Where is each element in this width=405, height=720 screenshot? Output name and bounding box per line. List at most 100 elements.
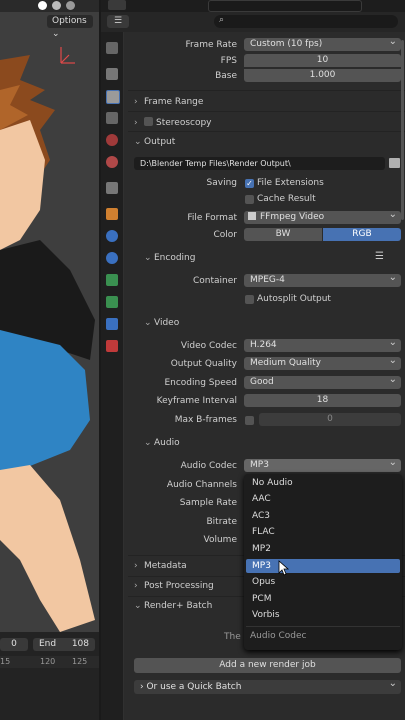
audio-header[interactable]: ⌄ Audio	[144, 438, 180, 448]
output-path-field[interactable]: D:\Blender Temp Files\Render Output\	[134, 157, 385, 170]
menu-divider	[246, 626, 400, 627]
material-sphere-icon[interactable]	[52, 1, 61, 10]
scene-tab-icon[interactable]	[106, 134, 118, 146]
max-bframes-label: Max B-frames	[174, 415, 237, 425]
editor-type-button[interactable]: ☰	[107, 15, 129, 28]
data-tab-icon[interactable]	[106, 318, 118, 330]
chevron-down-icon: ⌄	[144, 438, 152, 448]
output-tab-icon[interactable]	[106, 90, 120, 104]
file-format-dropdown[interactable]: FFmpeg Video	[244, 211, 401, 224]
end-value: 108	[71, 639, 89, 649]
metadata-header[interactable]: › Metadata	[134, 561, 187, 571]
axis-gizmo-icon[interactable]	[55, 45, 79, 69]
encoding-header[interactable]: ⌄ Encoding	[144, 253, 195, 263]
color-bw-button[interactable]: BW	[244, 228, 322, 241]
quick-batch-dropdown[interactable]: › Or use a Quick Batch	[134, 680, 401, 694]
options-label: Options	[52, 16, 87, 26]
menu-item[interactable]: PCM	[246, 592, 400, 606]
menu-item[interactable]: MP2	[246, 542, 400, 556]
audio-codec-value: MP3	[250, 460, 269, 470]
folder-icon[interactable]	[389, 158, 400, 168]
file-format-value: FFmpeg Video	[260, 212, 325, 222]
chevron-right-icon: ›	[134, 561, 138, 571]
timeline-ruler[interactable]: 15 120 125	[0, 656, 100, 668]
modifier-tab-icon[interactable]	[106, 230, 118, 242]
encoding-speed-value: Good	[250, 377, 274, 387]
video-codec-value: H.264	[250, 340, 277, 350]
cache-result-checkbox[interactable]	[245, 195, 254, 204]
keyframe-interval-field[interactable]: 18	[244, 394, 401, 407]
editor-type-icon[interactable]	[108, 0, 126, 10]
base-field[interactable]: 1.000	[244, 69, 401, 82]
encoding-speed-dropdown[interactable]: Good	[244, 376, 401, 389]
material-tab-icon[interactable]	[106, 340, 118, 352]
rendered-sphere-icon[interactable]	[66, 1, 75, 10]
fps-field[interactable]: 10	[244, 54, 401, 67]
output-quality-label: Output Quality	[170, 359, 237, 369]
world-tab-icon[interactable]	[106, 156, 118, 168]
add-render-job-button[interactable]: Add a new render job	[134, 658, 401, 673]
video-header[interactable]: ⌄ Video	[144, 318, 179, 328]
shading-sphere-icon[interactable]	[38, 1, 47, 10]
menu-item[interactable]: Vorbis	[246, 608, 400, 622]
output-quality-dropdown[interactable]: Medium Quality	[244, 357, 401, 370]
fps-label: FPS	[220, 56, 237, 66]
container-dropdown[interactable]: MPEG-4	[244, 274, 401, 287]
section-title: Stereoscopy	[156, 118, 212, 128]
end-frame-field[interactable]: End 108	[33, 638, 95, 651]
menu-item[interactable]: No Audio	[246, 476, 400, 490]
physics-tab-icon[interactable]	[106, 274, 118, 286]
stereoscopy-checkbox[interactable]	[144, 117, 153, 126]
render-tab-icon[interactable]	[106, 68, 118, 80]
object-tab-icon[interactable]	[106, 208, 118, 220]
divider	[128, 90, 405, 91]
menu-item[interactable]: AC3	[246, 509, 400, 523]
view-layer-tab-icon[interactable]	[106, 112, 118, 124]
3d-viewport[interactable]: Options ⌄	[0, 0, 100, 632]
max-bframes-field[interactable]: 0	[259, 413, 401, 426]
output-header[interactable]: ⌄ Output	[134, 137, 175, 147]
menu-item-selected[interactable]: MP3	[246, 559, 400, 573]
options-button[interactable]: Options ⌄	[47, 15, 93, 39]
chevron-down-icon: ⌄	[52, 29, 60, 39]
collection-tab-icon[interactable]	[106, 182, 118, 194]
particles-tab-icon[interactable]	[106, 252, 118, 264]
audio-codec-dropdown[interactable]: MP3	[244, 459, 401, 472]
menu-item[interactable]: FLAC	[246, 525, 400, 539]
tool-tab-icon[interactable]	[106, 42, 118, 54]
chevron-down-icon: ⌄	[144, 318, 152, 328]
file-format-label: File Format	[187, 213, 237, 223]
max-bframes-checkbox[interactable]	[245, 416, 254, 425]
color-rgb-button[interactable]: RGB	[323, 228, 401, 241]
frame-rate-dropdown[interactable]: Custom (10 fps)	[244, 38, 401, 51]
viewport-overlay-icons[interactable]	[0, 0, 100, 12]
autosplit-checkbox[interactable]	[245, 295, 254, 304]
search-field-top[interactable]	[208, 0, 362, 12]
frame-range-header[interactable]: › Frame Range	[134, 97, 203, 107]
menu-item[interactable]: AAC	[246, 492, 400, 506]
section-title: Frame Range	[144, 97, 204, 107]
post-processing-header[interactable]: › Post Processing	[134, 581, 214, 591]
quick-batch-label: Or use a Quick Batch	[146, 682, 242, 692]
video-codec-dropdown[interactable]: H.264	[244, 339, 401, 352]
section-title: Post Processing	[144, 581, 214, 591]
color-bw-label: BW	[275, 229, 291, 239]
file-extensions-label: File Extensions	[257, 178, 324, 188]
audio-channels-label: Audio Channels	[166, 480, 237, 490]
color-rgb-label: RGB	[352, 229, 372, 239]
render-batch-header[interactable]: ⌄ Render+ Batch	[134, 601, 212, 611]
menu-item[interactable]: Opus	[246, 575, 400, 589]
presets-list-icon[interactable]: ☰	[375, 251, 384, 262]
tick-label: 125	[72, 657, 88, 666]
volume-label: Volume	[203, 535, 237, 545]
timeline-panel[interactable]: 0 End 108 15 120 125	[0, 632, 100, 720]
properties-search-input[interactable]: ⌕	[214, 15, 398, 28]
stereoscopy-header[interactable]: › Stereoscopy	[134, 117, 212, 128]
file-extensions-checkbox[interactable]: ✓	[245, 179, 254, 188]
constraints-tab-icon[interactable]	[106, 296, 118, 308]
start-frame-field[interactable]: 0	[0, 638, 28, 651]
character-render	[0, 55, 95, 632]
properties-header: ☰ ⌕	[101, 12, 405, 32]
scrollbar[interactable]	[401, 40, 404, 220]
film-icon	[248, 212, 256, 220]
